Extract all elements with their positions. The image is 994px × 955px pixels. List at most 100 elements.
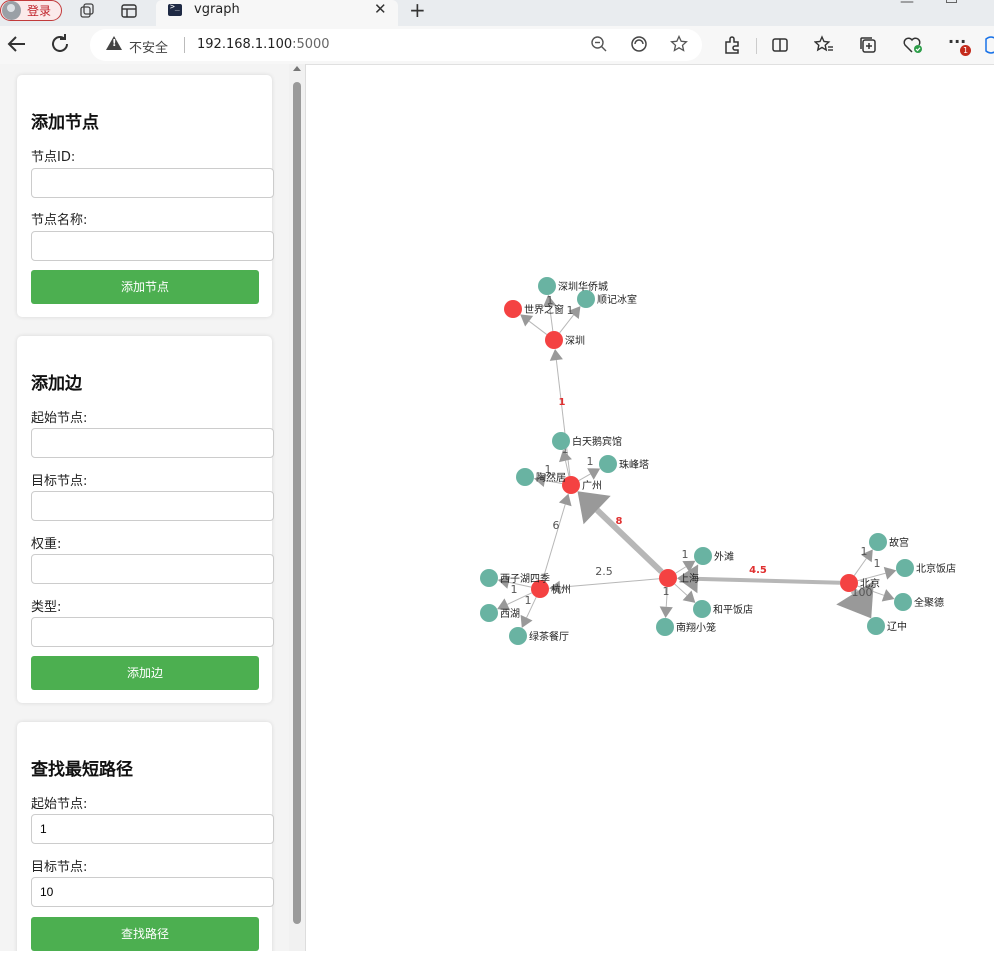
node-label: 顺记冰室 bbox=[597, 293, 637, 306]
avatar bbox=[2, 1, 21, 20]
edge-arrow-shenzhen-sjzc bbox=[520, 314, 534, 327]
edge-label: 1 bbox=[861, 545, 868, 558]
sidebar-scrollbar[interactable] bbox=[289, 64, 306, 951]
node-label: 珠峰塔 bbox=[619, 458, 649, 471]
add-edge-card: 添加边 起始节点: 目标节点: 权重: 类型: 添加边 bbox=[17, 336, 274, 703]
extensions-icon[interactable] bbox=[722, 35, 742, 55]
edge-label: 2.5 bbox=[595, 565, 613, 578]
profile-button[interactable]: 登录 bbox=[0, 0, 62, 21]
edge-source-input[interactable] bbox=[31, 428, 274, 458]
graph-node-szhqc[interactable] bbox=[538, 277, 556, 295]
add-node-card: 添加节点 节点ID: 节点名称: 添加节点 bbox=[17, 75, 274, 317]
browser-essentials-icon[interactable] bbox=[902, 35, 924, 55]
new-tab-icon[interactable]: + bbox=[409, 0, 426, 22]
edge-target-input[interactable] bbox=[31, 491, 274, 521]
collections-icon[interactable] bbox=[858, 35, 878, 55]
edge-shenzhen-sjzc[interactable] bbox=[528, 320, 548, 335]
address-bar[interactable]: 不安全 192.168.1.100:5000 bbox=[90, 29, 702, 61]
tab-title: vgraph bbox=[194, 2, 240, 17]
edge-type-input[interactable] bbox=[31, 617, 274, 647]
path-target-input[interactable] bbox=[31, 877, 274, 907]
graph-node-gugong[interactable] bbox=[869, 533, 887, 551]
graph-node-waitan[interactable] bbox=[694, 547, 712, 565]
graph-node-nxxl[interactable] bbox=[656, 618, 674, 636]
browser-toolbar: 不安全 192.168.1.100:5000 bbox=[0, 26, 994, 65]
edge-arrow-beijing-bjft bbox=[883, 566, 897, 580]
zoom-out-icon[interactable] bbox=[590, 35, 608, 53]
url-text[interactable]: 192.168.1.100:5000 bbox=[197, 37, 330, 52]
edge-type-label: 类型: bbox=[31, 600, 62, 615]
tab-vgraph[interactable]: vgraph ✕ bbox=[156, 0, 398, 26]
divider bbox=[184, 37, 185, 53]
node-label: 深圳华侨城 bbox=[558, 280, 608, 293]
graph-node-btebg[interactable] bbox=[552, 432, 570, 450]
scroll-thumb[interactable] bbox=[293, 82, 301, 924]
close-tab-icon[interactable]: ✕ bbox=[374, 0, 387, 18]
find-path-button[interactable]: 查找路径 bbox=[31, 917, 259, 951]
add-node-button[interactable]: 添加节点 bbox=[31, 270, 259, 304]
edge-guangzhou-zft[interactable] bbox=[578, 473, 591, 481]
node-name-label: 节点名称: bbox=[31, 213, 88, 228]
edge-beijing-shanghai[interactable] bbox=[697, 576, 841, 585]
node-label: 和平饭店 bbox=[713, 603, 753, 616]
scroll-up-icon[interactable] bbox=[293, 66, 301, 71]
warning-icon[interactable] bbox=[106, 36, 122, 50]
graph-node-lcct[interactable] bbox=[509, 627, 527, 645]
edge-label: 1 bbox=[567, 304, 574, 317]
refresh-icon[interactable] bbox=[48, 32, 72, 56]
edge-arrow-guangzhou-shenzhen bbox=[549, 348, 563, 361]
graph-svg[interactable]: 1111116112.58114.511100 深圳世界之窗深圳华侨城顺记冰室广… bbox=[306, 64, 994, 951]
favorite-star-icon[interactable] bbox=[670, 35, 688, 53]
node-label: 深圳 bbox=[565, 335, 585, 347]
edge-weight-input[interactable] bbox=[31, 554, 274, 584]
tab-actions-icon[interactable] bbox=[120, 2, 138, 20]
add-edge-button[interactable]: 添加边 bbox=[31, 656, 259, 690]
copilot-icon[interactable] bbox=[984, 35, 994, 55]
graph-node-zft[interactable] bbox=[599, 455, 617, 473]
graph-node-shanghai[interactable] bbox=[659, 569, 677, 587]
graph-node-xzhsj[interactable] bbox=[480, 569, 498, 587]
edge-source-label: 起始节点: bbox=[31, 411, 88, 426]
node-label: 故宫 bbox=[889, 536, 909, 549]
graph-canvas[interactable]: 1 1 1 1 1 1 6 1 1 2.5 8 1 1 4.5 1 1 100 深圳 世界之窗 深圳华侨城 顺记冰室广… bbox=[306, 64, 994, 951]
graph-node-trj[interactable] bbox=[516, 468, 534, 486]
edge-hangzhou-guangzhou[interactable] bbox=[542, 504, 566, 581]
node-label: 全聚德 bbox=[914, 596, 944, 609]
edge-label: 4.5 bbox=[749, 565, 767, 576]
node-id-input[interactable] bbox=[31, 168, 274, 198]
edge-arrow-shanghai-nxxl bbox=[659, 606, 673, 619]
shortest-path-title: 查找最短路径 bbox=[31, 760, 133, 780]
minimize-icon[interactable]: — bbox=[900, 0, 914, 10]
edge-beijing-gugong[interactable] bbox=[853, 558, 867, 576]
workspaces-icon[interactable] bbox=[78, 2, 96, 20]
notification-badge: 1 bbox=[960, 45, 971, 56]
maximize-icon[interactable] bbox=[946, 0, 957, 3]
edge-shanghai-hpft[interactable] bbox=[674, 583, 688, 596]
graph-node-liaozhong[interactable] bbox=[867, 617, 885, 635]
node-label: 杭州 bbox=[551, 583, 571, 596]
path-source-input[interactable] bbox=[31, 814, 274, 844]
graph-node-shenzhen[interactable] bbox=[545, 331, 563, 349]
favorites-icon[interactable] bbox=[814, 35, 834, 55]
node-label: 北京 bbox=[860, 577, 880, 590]
node-name-input[interactable] bbox=[31, 231, 274, 261]
add-node-title: 添加节点 bbox=[31, 113, 99, 133]
split-screen-icon[interactable] bbox=[770, 35, 790, 55]
edge-shenzhen-sjbs[interactable] bbox=[559, 314, 574, 334]
edge-shanghai-waitan[interactable] bbox=[675, 566, 687, 574]
graph-node-bjft[interactable] bbox=[896, 559, 914, 577]
graph-node-sjzc[interactable] bbox=[504, 300, 522, 318]
graph-node-beijing[interactable] bbox=[840, 574, 858, 592]
node-id-label: 节点ID: bbox=[31, 150, 76, 165]
back-icon[interactable] bbox=[5, 32, 29, 56]
translate-icon[interactable] bbox=[630, 35, 648, 53]
edge-shanghai-hangzhou[interactable] bbox=[560, 578, 660, 588]
terminal-icon bbox=[168, 2, 182, 16]
edge-shanghai-guangzhou[interactable] bbox=[595, 507, 664, 574]
graph-node-qjd[interactable] bbox=[894, 593, 912, 611]
node-label: 绿茶餐厅 bbox=[529, 630, 569, 643]
graph-node-xihu[interactable] bbox=[480, 604, 498, 622]
security-status[interactable]: 不安全 bbox=[129, 37, 168, 56]
edge-label: 6 bbox=[553, 519, 560, 532]
graph-node-hpft[interactable] bbox=[693, 600, 711, 618]
